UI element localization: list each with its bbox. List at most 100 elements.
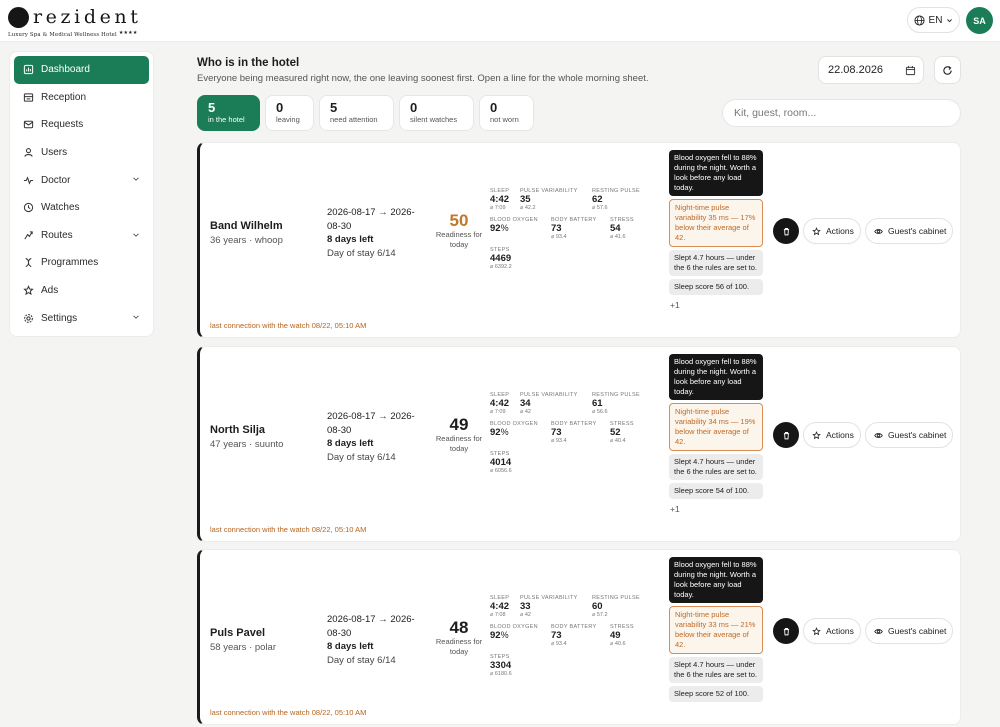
metric-average: ⌀ 40.6	[610, 641, 626, 647]
delete-button[interactable]	[773, 422, 799, 448]
tile-label: in the hotel	[208, 115, 245, 124]
alert-sleep-hours[interactable]: Slept 4.7 hours — under the 6 the rules …	[669, 250, 763, 276]
sidebar-item-label: Requests	[41, 119, 84, 131]
filter-tile-leaving[interactable]: 0 leaving	[265, 95, 314, 131]
eye-icon	[874, 228, 883, 234]
route-icon	[23, 230, 34, 241]
actions-button[interactable]: Actions	[803, 422, 861, 448]
guest-card[interactable]: North Silja 47 years · suunto 2026-08-17 →…	[197, 346, 961, 542]
readiness-value: 50	[449, 211, 469, 230]
metric-value: 62	[592, 194, 640, 205]
mail-icon	[23, 119, 34, 130]
guest-name: North Silja	[210, 424, 266, 436]
language-label: EN	[928, 14, 943, 26]
metric-value: 92%	[490, 630, 538, 641]
alert-oxygen[interactable]: Blood oxygen fell to 88% during the nigh…	[669, 354, 763, 400]
metric-average: ⌀ 93.4	[551, 438, 567, 444]
metric-average: ⌀ 7:09	[490, 205, 506, 211]
metric-number: 4:42	[490, 398, 510, 409]
metric-average: ⌀ 7:09	[490, 409, 506, 415]
metric-number: 73	[551, 630, 562, 641]
chevron-down-icon	[947, 18, 953, 22]
sidebar-nav: Dashboard Reception Requests Users Doctor Wat…	[9, 51, 154, 337]
sidebar-item-programmes[interactable]: Programmes	[14, 249, 149, 277]
language-switcher[interactable]: EN	[907, 7, 960, 33]
logo-tagline: Luxury Spa & Medical Wellness Hotel ★★★★	[8, 30, 142, 38]
metric-value: 33	[520, 601, 578, 612]
dna-icon	[23, 257, 34, 268]
metric-value: 73	[551, 427, 596, 438]
metric-number: 35	[520, 194, 531, 205]
actions-button[interactable]: Actions	[803, 218, 861, 244]
alert-oxygen[interactable]: Blood oxygen fell to 88% during the nigh…	[669, 150, 763, 196]
sidebar-item-routes[interactable]: Routes	[14, 222, 149, 250]
alert-pulse-variability[interactable]: Night-time pulse variability 33 ms — 21%…	[669, 606, 763, 654]
user-avatar[interactable]: SA	[966, 7, 993, 34]
sidebar-item-reception[interactable]: Reception	[14, 84, 149, 112]
sidebar-item-label: Watches	[41, 202, 80, 214]
alert-sleep-score[interactable]: Sleep score 52 of 100.	[669, 686, 763, 702]
more-alerts-link[interactable]: +1	[670, 300, 763, 310]
refresh-button[interactable]	[934, 56, 961, 84]
trash-icon	[783, 627, 789, 635]
metric-value: 92%	[490, 427, 538, 438]
metric-value: 4469	[490, 253, 512, 264]
delete-button[interactable]	[773, 618, 799, 644]
alert-sleep-score[interactable]: Sleep score 56 of 100.	[669, 279, 763, 295]
alert-sleep-hours[interactable]: Slept 4.7 hours — under the 6 the rules …	[669, 454, 763, 480]
filter-tile-silent-watches[interactable]: 0 silent watches	[399, 95, 474, 131]
search-input[interactable]	[722, 99, 961, 127]
metric-value: 54	[610, 223, 634, 234]
alerts-list: Blood oxygen fell to 88% during the nigh…	[669, 150, 763, 310]
alert-pulse-variability[interactable]: Night-time pulse variability 34 ms — 19%…	[669, 403, 763, 451]
metric-average: ⌀ 40.4	[610, 438, 626, 444]
alert-oxygen[interactable]: Blood oxygen fell to 88% during the nigh…	[669, 557, 763, 603]
metric-resting-pulse: RESTING PULSE 61 ⌀ 56.6	[592, 392, 640, 415]
metric-number: 49	[610, 630, 621, 641]
metric-value: 73	[551, 223, 596, 234]
alert-sleep-hours[interactable]: Slept 4.7 hours — under the 6 the rules …	[669, 657, 763, 683]
globe-icon	[914, 14, 925, 26]
stay-dates: 2026-08-17 → 2026-08-30	[327, 207, 415, 232]
filter-tile-need-attention[interactable]: 5 need attention	[319, 95, 394, 131]
readiness-value: 48	[449, 618, 469, 637]
alert-sleep-score[interactable]: Sleep score 54 of 100.	[669, 483, 763, 499]
metric-stress: STRESS 49 ⌀ 40.6	[610, 624, 634, 647]
alert-pulse-variability[interactable]: Night-time pulse variability 35 ms — 17%…	[669, 199, 763, 247]
sidebar-item-dashboard[interactable]: Dashboard	[14, 56, 149, 84]
sidebar-item-watches[interactable]: Watches	[14, 194, 149, 222]
metric-number: 33	[520, 601, 531, 612]
logo-mark	[8, 6, 29, 28]
sidebar-item-requests[interactable]: Requests	[14, 111, 149, 139]
guest-cabinet-button[interactable]: Guest's cabinet	[865, 618, 953, 644]
guest-card[interactable]: Puls Pavel 58 years · polar 2026-08-17 → 2…	[197, 549, 961, 725]
sidebar-item-users[interactable]: Users	[14, 139, 149, 167]
filter-tile-not-worn[interactable]: 0 not worn	[479, 95, 534, 131]
tile-label: silent watches	[410, 115, 458, 124]
readiness-label: Readiness for today	[435, 434, 483, 453]
sidebar-item-doctor[interactable]: Doctor	[14, 166, 149, 194]
star-icon	[812, 626, 821, 635]
tile-count: 0	[410, 100, 418, 115]
filter-tile-in-the-hotel[interactable]: 5 in the hotel	[197, 95, 260, 131]
guest-cabinet-button[interactable]: Guest's cabinet	[865, 218, 953, 244]
tile-count: 0	[276, 100, 284, 115]
guest-cabinet-button[interactable]: Guest's cabinet	[865, 422, 953, 448]
metric-body-battery: BODY BATTERY 73 ⌀ 93.4	[551, 217, 596, 240]
metric-value: 49	[610, 630, 634, 641]
trash-icon	[783, 227, 789, 235]
delete-button[interactable]	[773, 218, 799, 244]
actions-button[interactable]: Actions	[803, 618, 861, 644]
date-picker[interactable]: 22.08.2026	[818, 56, 924, 84]
sidebar-item-settings[interactable]: Settings	[14, 304, 149, 332]
more-alerts-link[interactable]: +1	[670, 504, 763, 514]
sidebar-item-ads[interactable]: Ads	[14, 277, 149, 305]
hotel-logo[interactable]: rezident Luxury Spa & Medical Wellness H…	[8, 5, 142, 38]
metric-unit: %	[500, 427, 509, 437]
metric-pulse-variability: PULSE VARIABILITY 33 ⌀ 42	[520, 595, 578, 618]
metric-value: 92%	[490, 223, 538, 234]
guest-name: Band Wilhelm	[210, 220, 283, 232]
metric-average: ⌀ 42	[520, 409, 531, 415]
guest-card[interactable]: Band Wilhelm 36 years · whoop 2026-08-17 →…	[197, 142, 961, 338]
logo-wordmark: rezident	[8, 5, 142, 29]
